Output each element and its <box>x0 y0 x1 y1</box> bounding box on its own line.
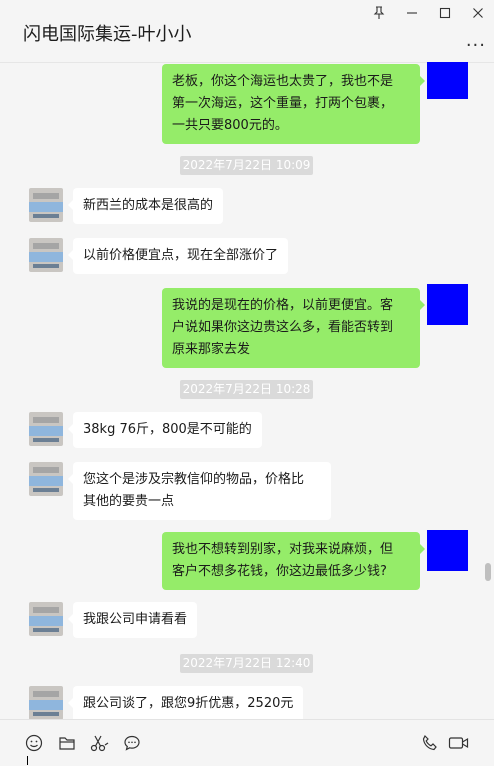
chat-window: 闪电国际集运-叶小小 ... 老板，你这个海运也太贵了，我也不是 第一次海运，这… <box>0 0 494 766</box>
chat-title: 闪电国际集运-叶小小 <box>23 24 192 45</box>
phone-icon[interactable] <box>419 732 441 754</box>
contact-avatar[interactable] <box>29 188 63 222</box>
contact-avatar[interactable] <box>29 238 63 272</box>
message-bubble[interactable]: 我跟公司申请看看 <box>67 602 198 638</box>
emoji-icon[interactable] <box>23 732 45 754</box>
close-icon[interactable] <box>468 3 488 23</box>
scrollbar-thumb[interactable] <box>485 563 491 581</box>
chat-header: 闪电国际集运-叶小小 ... <box>0 0 494 63</box>
message-bubble[interactable]: 您这个是涉及宗教信仰的物品，价格比 其他的要贵一点 <box>68 462 331 520</box>
message-bubble[interactable]: 我说的是现在的价格，以前更便宜。客 户说如果你这边贵这么多，看能否转到 原来那家… <box>162 288 425 368</box>
text-cursor <box>27 756 28 765</box>
chat-bubble-icon[interactable] <box>121 732 143 754</box>
message-bubble[interactable]: 跟公司谈了，跟您9折优惠，2520元 <box>67 686 304 719</box>
message-bubble[interactable]: 我也不想转到别家，对我来说麻烦，但 客户不想多花钱，你这边最低多少钱? <box>162 532 425 590</box>
scissors-icon[interactable] <box>88 732 110 754</box>
timestamp: 2022年7月22日 12:40 <box>180 654 313 673</box>
contact-avatar[interactable] <box>29 686 63 719</box>
contact-avatar[interactable] <box>29 462 63 496</box>
message-list: 老板，你这个海运也太贵了，我也不是 第一次海运，这个重量，打两个包裹， 一共只要… <box>0 62 494 719</box>
message-bubble[interactable]: 38kg 76斤，800是不可能的 <box>68 412 262 448</box>
my-avatar[interactable] <box>427 62 468 99</box>
timestamp: 2022年7月22日 10:28 <box>180 380 313 399</box>
timestamp: 2022年7月22日 10:09 <box>180 156 313 175</box>
my-avatar[interactable] <box>427 530 468 571</box>
more-options-icon[interactable]: ... <box>466 30 486 51</box>
contact-avatar[interactable] <box>29 602 63 636</box>
message-bubble[interactable]: 以前价格便宜点，现在全部涨价了 <box>67 238 289 274</box>
pin-icon[interactable] <box>369 3 389 23</box>
minimize-icon[interactable] <box>402 3 422 23</box>
maximize-icon[interactable] <box>435 3 455 23</box>
folder-icon[interactable] <box>56 732 78 754</box>
my-avatar[interactable] <box>427 284 468 325</box>
message-bubble[interactable]: 老板，你这个海运也太贵了，我也不是 第一次海运，这个重量，打两个包裹， 一共只要… <box>162 64 425 144</box>
video-call-icon[interactable] <box>448 732 470 754</box>
contact-avatar[interactable] <box>29 412 63 446</box>
input-toolbar <box>0 719 494 766</box>
message-bubble[interactable]: 新西兰的成本是很高的 <box>67 188 224 224</box>
